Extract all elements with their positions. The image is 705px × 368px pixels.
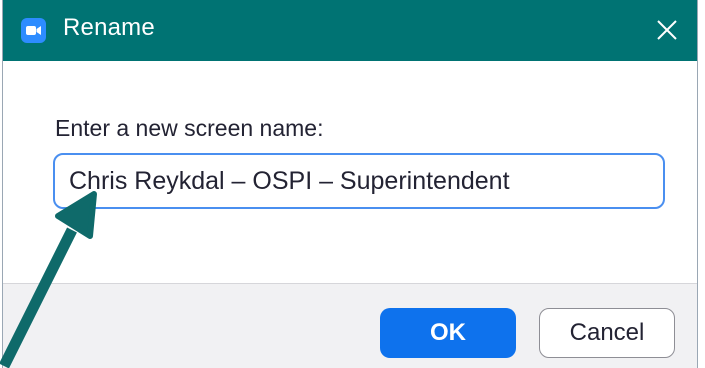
dialog-body: Enter a new screen name:: [3, 61, 697, 283]
dialog-footer: OK Cancel: [3, 283, 697, 368]
close-button[interactable]: [645, 8, 689, 52]
prompt-label: Enter a new screen name:: [55, 115, 324, 141]
zoom-camera-icon: [21, 18, 46, 43]
title-bar: Rename: [3, 0, 697, 61]
window-title: Rename: [63, 14, 155, 41]
ok-button[interactable]: OK: [380, 308, 516, 358]
screenshot: Rename Enter a new screen name: OK Cance…: [0, 0, 705, 368]
rename-dialog: Rename Enter a new screen name: OK Cance…: [2, 0, 698, 368]
cancel-button[interactable]: Cancel: [539, 308, 675, 358]
close-icon: [657, 20, 677, 40]
screen-name-input[interactable]: [53, 153, 665, 209]
